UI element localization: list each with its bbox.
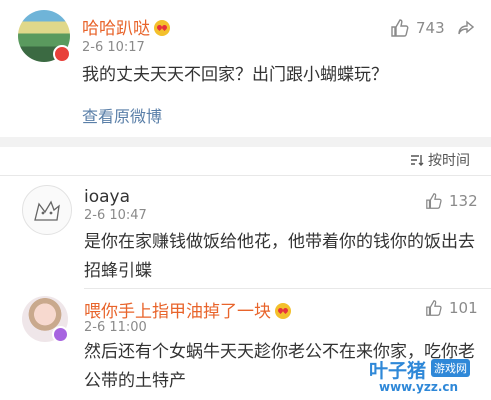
comment-1-like-button[interactable]: 132 [425, 192, 478, 210]
comment-2-like-count: 101 [449, 299, 478, 317]
comment-1-text-line2: 招蜂引蝶 [84, 261, 152, 281]
comment-1-text: 是你在家赚钱做饭给他花，他带着你的钱你的饭出去 招蜂引蝶 [84, 228, 475, 286]
thumbs-up-icon [391, 19, 409, 37]
view-original-link[interactable]: 查看原微博 [82, 103, 162, 127]
comment-2-like-button[interactable]: 101 [425, 299, 478, 317]
comment-1-avatar[interactable] [22, 185, 72, 235]
watermark-brand: 叶子猪 [369, 360, 427, 382]
post-like-button[interactable]: 743 [390, 18, 445, 38]
share-icon[interactable] [458, 20, 474, 36]
vip-badge-icon [53, 45, 71, 63]
thumbs-up-icon [426, 193, 442, 209]
comment-1-like-count: 132 [449, 192, 478, 210]
watermark-site: 游戏网 [431, 359, 470, 377]
post-like-count: 743 [416, 19, 445, 37]
post-time: 2-6 10:17 [82, 40, 145, 55]
comment-2-username-row[interactable]: 喂你手上指甲油掉了一块 [84, 297, 291, 322]
heart-eyes-emoji-icon [275, 303, 291, 319]
section-separator [0, 137, 491, 147]
sort-label: 按时间 [428, 153, 470, 169]
heart-eyes-emoji-icon [154, 20, 170, 36]
sort-icon [411, 155, 424, 166]
comment-1-text-line1: 是你在家赚钱做饭给他花，他带着你的钱你的饭出去 [84, 232, 475, 252]
sort-divider [0, 175, 491, 176]
comment-2-time: 2-6 11:00 [84, 320, 147, 335]
cat-sketch-icon [34, 200, 60, 221]
sort-by-time-button[interactable]: 按时间 [410, 150, 470, 170]
comment-1-username[interactable]: ioaya [84, 187, 130, 207]
watermark-url: www.yzz.cn [379, 380, 459, 394]
post-text: 我的丈夫天天不回家？出门跟小蝴蝶玩？ [82, 65, 388, 85]
post-username[interactable]: 哈哈趴哒 [82, 19, 150, 39]
comment-1-time: 2-6 10:47 [84, 208, 147, 223]
verified-badge-icon [52, 326, 69, 343]
thumbs-up-icon [426, 300, 442, 316]
comment-2-username[interactable]: 喂你手上指甲油掉了一块 [84, 302, 271, 322]
post-username-row[interactable]: 哈哈趴哒 [82, 14, 170, 39]
comment-divider [84, 288, 491, 289]
watermark: 叶子猪 游戏网 www.yzz.cn [369, 356, 481, 396]
